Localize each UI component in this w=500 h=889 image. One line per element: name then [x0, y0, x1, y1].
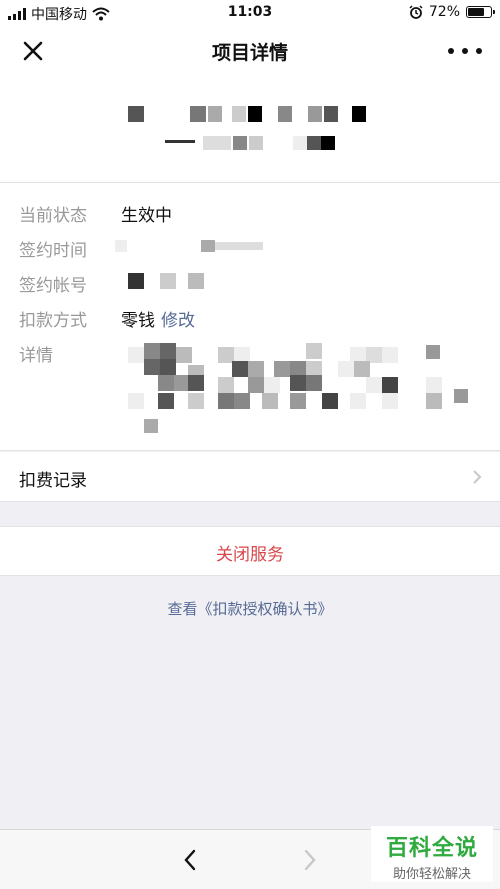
page-title: 项目详情	[211, 42, 288, 64]
status-row: 当前状态 生效中	[0, 193, 500, 228]
redacted-project-name	[128, 106, 368, 126]
back-arrow-icon[interactable]	[182, 848, 198, 872]
battery-percent: 72%	[428, 4, 460, 20]
account-row: 签约帐号	[0, 263, 500, 298]
authorization-agreement-link[interactable]: 查看《扣款授权确认书》	[0, 598, 500, 619]
more-options-icon[interactable]	[448, 38, 482, 64]
nav-bar: 项目详情	[0, 26, 500, 76]
detail-label: 详情	[19, 346, 53, 366]
close-service-label: 关闭服务	[216, 545, 284, 565]
redacted-account	[124, 273, 214, 289]
deduction-records-row[interactable]: 扣费记录	[0, 452, 500, 502]
watermark-logo: 百科全说 助你轻松解决	[371, 826, 493, 882]
watermark-subtitle: 助你轻松解决	[392, 867, 471, 882]
status-label: 当前状态	[19, 206, 87, 226]
alarm-icon	[409, 5, 423, 19]
deduction-records-label: 扣费记录	[19, 471, 87, 491]
chevron-right-icon	[473, 470, 482, 484]
account-label: 签约帐号	[19, 276, 87, 296]
forward-arrow-icon[interactable]	[302, 848, 318, 872]
status-value: 生效中	[121, 206, 172, 226]
payment-method-row: 扣款方式 零钱 修改	[0, 298, 500, 333]
status-right: 72%	[409, 4, 495, 20]
status-bar: 中国移动 11:03 72%	[0, 0, 500, 26]
battery-icon	[466, 6, 495, 18]
project-header	[0, 76, 500, 183]
payment-method-value: 零钱 修改	[121, 306, 195, 331]
close-service-button[interactable]: 关闭服务	[0, 526, 500, 576]
sign-time-row: 签约时间	[0, 228, 500, 263]
payment-method-text: 零钱	[121, 311, 155, 331]
redacted-detail-text	[128, 343, 473, 438]
sign-time-label: 签约时间	[19, 241, 87, 261]
payment-method-label: 扣款方式	[19, 311, 87, 331]
redacted-sign-time	[115, 240, 265, 256]
watermark-title: 百科全说	[385, 836, 478, 861]
contract-details: 当前状态 生效中 签约时间 签约帐号 扣款方式 零钱 修改 详情	[0, 183, 500, 451]
redacted-merchant-name	[165, 136, 345, 156]
edit-payment-link[interactable]: 修改	[161, 311, 195, 331]
